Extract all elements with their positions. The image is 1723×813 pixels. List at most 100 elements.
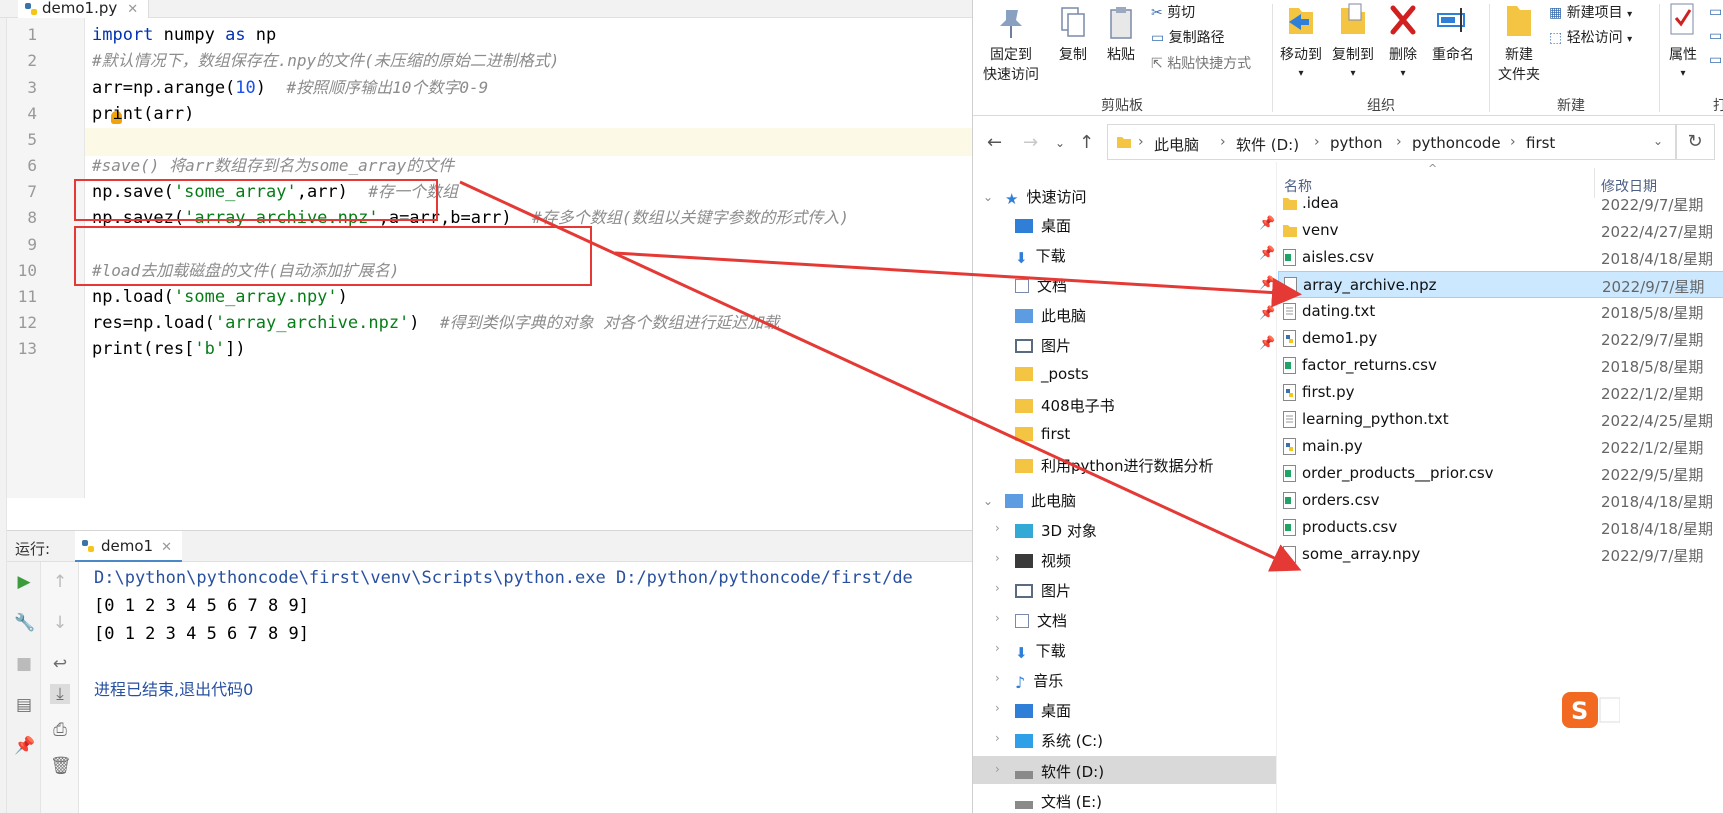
- file-row[interactable]: dating.txt 2018/5/8/星期: [1278, 298, 1723, 325]
- properties-button[interactable]: 属性 ▾: [1663, 0, 1703, 80]
- new-folder-button[interactable]: 新建 文件夹: [1495, 0, 1543, 84]
- print-icon[interactable]: ⎙: [50, 720, 70, 740]
- nav-item-pc-downloads[interactable]: ⬇ 下载: [1015, 640, 1066, 662]
- expand-arrow-icon[interactable]: ›: [995, 701, 1000, 715]
- pin-icon[interactable]: 📌: [1259, 336, 1275, 351]
- nav-item-pc-pictures[interactable]: 图片: [1015, 580, 1071, 601]
- nav-item-data-analysis[interactable]: 利用python进行数据分析: [1015, 455, 1213, 476]
- copy-button[interactable]: 复制: [1051, 6, 1095, 64]
- edit-icon[interactable]: ▭: [1709, 28, 1722, 44]
- pin-to-quick-access-button[interactable]: 固定到 快速访问: [979, 6, 1043, 84]
- nav-item-music[interactable]: ♪ 音乐: [1015, 670, 1063, 692]
- nav-quick-access[interactable]: ★ 快速访问: [1005, 186, 1086, 208]
- paste-shortcut-button[interactable]: ⇱ 粘贴快捷方式: [1151, 53, 1251, 73]
- pin-icon[interactable]: 📌: [1259, 276, 1275, 291]
- close-icon[interactable]: ✕: [161, 540, 172, 555]
- file-row[interactable]: factor_returns.csv 2018/5/8/星期: [1278, 352, 1723, 379]
- address-bar[interactable]: › 此电脑 › 软件 (D:) › python › pythoncode › …: [1107, 124, 1677, 160]
- breadcrumb-python[interactable]: python: [1330, 134, 1382, 152]
- breadcrumb-pythoncode[interactable]: pythoncode: [1412, 134, 1501, 152]
- nav-item-videos[interactable]: 视频: [1015, 550, 1071, 571]
- paste-button[interactable]: 粘贴: [1099, 6, 1143, 64]
- stop-icon[interactable]: ■: [14, 654, 34, 674]
- recent-dropdown-icon[interactable]: ⌄: [1055, 136, 1065, 150]
- file-row-selected[interactable]: array_archive.npz 2022/9/7/星期: [1278, 271, 1723, 298]
- expand-arrow-icon[interactable]: ›: [995, 551, 1000, 565]
- sogou-ime-icon[interactable]: S: [1560, 688, 1620, 732]
- nav-item-408-ebooks[interactable]: 408电子书: [1015, 395, 1115, 416]
- rerun-icon[interactable]: ▶: [14, 572, 34, 592]
- nav-item-3d-objects[interactable]: 3D 对象: [1015, 520, 1097, 541]
- back-arrow-icon[interactable]: ←: [987, 132, 1002, 153]
- wrench-icon[interactable]: 🔧: [14, 613, 35, 633]
- nav-item-pc-desktop[interactable]: 桌面: [1015, 700, 1071, 721]
- editor-tab-demo1[interactable]: demo1.py ✕: [18, 0, 150, 18]
- close-icon[interactable]: ✕: [127, 2, 138, 17]
- move-to-button[interactable]: 移动到 ▾: [1277, 0, 1325, 80]
- nav-item-pc-documents[interactable]: 文档: [1015, 610, 1067, 631]
- run-console-output[interactable]: D:\python\pythoncode\first\venv\Scripts\…: [80, 562, 972, 813]
- file-row[interactable]: orders.csv 2018/4/18/星期: [1278, 487, 1723, 514]
- scroll-up-icon[interactable]: ↑: [50, 572, 70, 592]
- layout-icon[interactable]: ▤: [14, 695, 34, 715]
- nav-item-drive-d[interactable]: 软件 (D:): [1015, 761, 1104, 782]
- soft-wrap-icon[interactable]: ↩: [50, 654, 70, 674]
- file-row[interactable]: some_array.npy 2022/9/7/星期: [1278, 541, 1723, 568]
- python-file-icon: [1283, 330, 1296, 347]
- file-row[interactable]: aisles.csv 2018/4/18/星期: [1278, 244, 1723, 271]
- nav-item-desktop[interactable]: 桌面: [1015, 215, 1071, 236]
- cut-button[interactable]: ✂ 剪切: [1151, 2, 1195, 22]
- nav-item-this-pc[interactable]: 此电脑: [1015, 305, 1086, 326]
- expand-chevron-icon[interactable]: ⌄: [983, 190, 993, 204]
- easy-access-button[interactable]: ⬚ 轻松访问 ▾: [1549, 27, 1632, 47]
- nav-item-first[interactable]: first: [1015, 425, 1070, 443]
- chevron-down-icon[interactable]: ⌄: [1653, 134, 1663, 148]
- scroll-down-icon[interactable]: ↓: [50, 613, 70, 633]
- expand-arrow-icon[interactable]: ›: [995, 641, 1000, 655]
- file-row[interactable]: .idea 2022/9/7/星期: [1278, 190, 1723, 217]
- breadcrumb-first[interactable]: first: [1526, 134, 1555, 152]
- nav-this-pc[interactable]: 此电脑: [1005, 490, 1076, 511]
- shortcut-icon: ⇱: [1151, 56, 1163, 72]
- file-row[interactable]: demo1.py 2022/9/7/星期: [1278, 325, 1723, 352]
- file-row[interactable]: order_products__prior.csv 2022/9/5/星期: [1278, 460, 1723, 487]
- file-row[interactable]: main.py 2022/1/2/星期: [1278, 433, 1723, 460]
- nav-item-drive-c[interactable]: 系统 (C:): [1015, 730, 1103, 751]
- copy-to-button[interactable]: 复制到 ▾: [1329, 0, 1377, 80]
- expand-arrow-icon[interactable]: ›: [995, 581, 1000, 595]
- nav-item-posts[interactable]: _posts: [1015, 365, 1089, 383]
- expand-arrow-icon[interactable]: ›: [995, 731, 1000, 745]
- expand-arrow-icon[interactable]: ›: [995, 762, 1000, 776]
- pin-icon[interactable]: 📌: [1259, 306, 1275, 321]
- expand-arrow-icon[interactable]: ›: [995, 671, 1000, 685]
- pin-icon[interactable]: 📌: [1259, 216, 1275, 231]
- nav-item-downloads[interactable]: ⬇ 下载: [1015, 245, 1066, 267]
- breadcrumb-drive-d[interactable]: 软件 (D:): [1236, 134, 1299, 155]
- pin-icon[interactable]: 📌: [14, 736, 35, 756]
- breadcrumb-this-pc[interactable]: 此电脑: [1154, 134, 1199, 155]
- pane-divider[interactable]: [1276, 162, 1277, 813]
- run-tab-demo1[interactable]: demo1 ✕: [75, 531, 182, 562]
- up-arrow-icon[interactable]: ↑: [1079, 132, 1094, 153]
- file-row[interactable]: venv 2022/4/27/星期: [1278, 217, 1723, 244]
- refresh-icon[interactable]: ↻: [1675, 124, 1715, 160]
- history-icon[interactable]: ▭: [1709, 52, 1722, 68]
- expand-chevron-icon[interactable]: ⌄: [983, 494, 993, 508]
- copy-path-button[interactable]: ▭ 复制路径: [1151, 27, 1225, 47]
- pin-icon[interactable]: 📌: [1259, 246, 1275, 261]
- expand-arrow-icon[interactable]: ›: [995, 521, 1000, 535]
- nav-item-pictures[interactable]: 图片: [1015, 335, 1071, 356]
- delete-button[interactable]: 删除 ▾: [1383, 0, 1423, 80]
- nav-item-drive-e[interactable]: 文档 (E:): [1015, 791, 1102, 812]
- trash-icon[interactable]: 🗑: [50, 756, 72, 776]
- file-row[interactable]: learning_python.txt 2022/4/25/星期: [1278, 406, 1723, 433]
- scroll-to-end-icon[interactable]: ⤓: [50, 684, 70, 704]
- nav-item-documents[interactable]: 文档: [1015, 275, 1067, 296]
- open-icon[interactable]: ▭: [1709, 4, 1722, 20]
- forward-arrow-icon[interactable]: →: [1023, 132, 1038, 153]
- expand-arrow-icon[interactable]: ›: [995, 611, 1000, 625]
- file-row[interactable]: products.csv 2018/4/18/星期: [1278, 514, 1723, 541]
- rename-button[interactable]: 重命名: [1427, 0, 1479, 64]
- file-row[interactable]: first.py 2022/1/2/星期: [1278, 379, 1723, 406]
- new-item-button[interactable]: ▦ 新建项目 ▾: [1549, 2, 1632, 22]
